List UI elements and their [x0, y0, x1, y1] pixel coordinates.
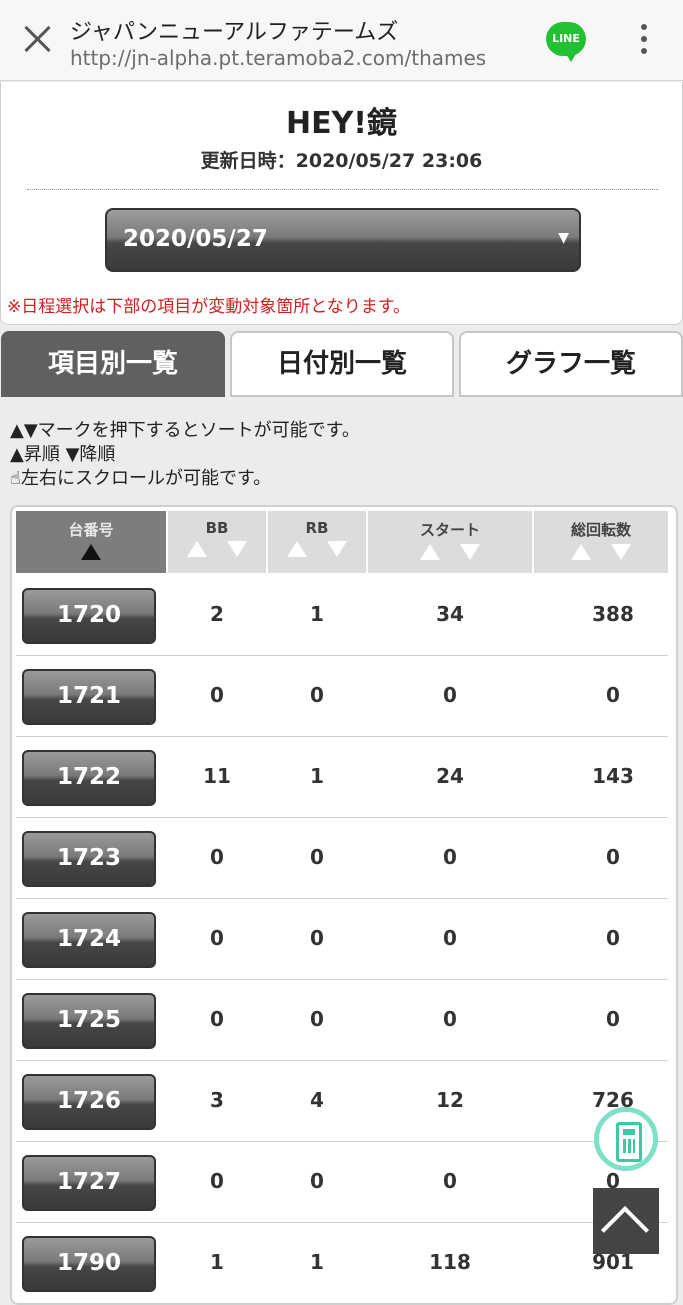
- bb-cell: 2: [210, 602, 224, 626]
- start-cell: 0: [443, 926, 457, 950]
- table-row: 1790 1 1 118 901: [16, 1222, 668, 1303]
- sort-asc-icon[interactable]: [420, 544, 440, 560]
- sort-desc-icon[interactable]: [327, 541, 347, 557]
- start-cell: 0: [443, 1169, 457, 1193]
- machine-number-button[interactable]: 1727: [22, 1155, 156, 1211]
- table-row: 1721 0 0 0 0: [16, 655, 668, 737]
- start-cell: 0: [443, 845, 457, 869]
- bb-cell: 0: [210, 1007, 224, 1031]
- updated-timestamp: 更新日時：2020/05/27 23:06: [200, 150, 483, 172]
- total-spins-cell: 143: [592, 764, 634, 788]
- table-row: 1723 0 0 0 0: [16, 817, 668, 899]
- column-header-start[interactable]: スタート: [368, 511, 532, 573]
- more-vert-icon[interactable]: [630, 24, 658, 58]
- browser-toolbar: ジャパンニューアルファテームズ http://jn-alpha.pt.teram…: [0, 0, 683, 81]
- start-cell: 34: [436, 602, 464, 626]
- table-row: 1725 0 0 0 0: [16, 979, 668, 1061]
- sort-asc-icon[interactable]: [187, 541, 207, 557]
- date-select[interactable]: 2020/05/27 ▼: [105, 208, 581, 272]
- sort-asc-active-icon: [81, 544, 101, 560]
- table-row: 1724 0 0 0 0: [16, 898, 668, 980]
- sort-instruction: ▲▼マークを押下するとソートが可能です。: [10, 420, 360, 441]
- start-cell: 118: [429, 1250, 471, 1274]
- date-note: ※日程選択は下部の項目が変動対象箇所となります。: [7, 297, 411, 317]
- machine-number-button[interactable]: 1721: [22, 669, 156, 725]
- machine-number-button[interactable]: 1720: [22, 588, 156, 644]
- dropdown-arrow-icon: ▼: [558, 230, 569, 246]
- rb-cell: 1: [310, 764, 324, 788]
- rb-cell: 0: [310, 926, 324, 950]
- site-title: ジャパンニューアルファテームズ: [70, 20, 399, 45]
- table-row: 1720 2 1 34 388: [16, 574, 668, 656]
- total-spins-cell: 0: [606, 1007, 620, 1031]
- total-spins-cell: 0: [606, 683, 620, 707]
- rb-cell: 4: [310, 1088, 324, 1112]
- scroll-to-top-button[interactable]: [593, 1188, 659, 1254]
- bb-cell: 0: [210, 1169, 224, 1193]
- machine-number-button[interactable]: 1724: [22, 912, 156, 968]
- tab-by-date[interactable]: 日付別一覧: [230, 331, 454, 397]
- column-header-machine-no[interactable]: 台番号: [16, 511, 166, 573]
- table-row: 1726 3 4 12 726: [16, 1060, 668, 1142]
- rb-cell: 1: [310, 1250, 324, 1274]
- column-header-rb[interactable]: RB: [268, 511, 366, 573]
- machine-number-button[interactable]: 1723: [22, 831, 156, 887]
- bb-cell: 1: [210, 1250, 224, 1274]
- sort-asc-icon[interactable]: [571, 544, 591, 560]
- machine-number-button[interactable]: 1726: [22, 1074, 156, 1130]
- site-url[interactable]: http://jn-alpha.pt.teramoba2.com/thames: [70, 46, 486, 70]
- bb-cell: 11: [203, 764, 231, 788]
- start-cell: 24: [436, 764, 464, 788]
- machine-number-button[interactable]: 1722: [22, 750, 156, 806]
- rb-cell: 0: [310, 1169, 324, 1193]
- sort-desc-icon[interactable]: [460, 544, 480, 560]
- bb-cell: 0: [210, 845, 224, 869]
- total-spins-cell: 0: [606, 845, 620, 869]
- tab-graph[interactable]: グラフ一覧: [459, 331, 683, 397]
- divider: [27, 189, 659, 190]
- rb-cell: 0: [310, 683, 324, 707]
- rb-cell: 0: [310, 1007, 324, 1031]
- start-cell: 0: [443, 683, 457, 707]
- sort-desc-icon[interactable]: [611, 544, 631, 560]
- hand-pointer-icon: ☝: [10, 468, 21, 489]
- column-header-total-spins[interactable]: 総回転数: [534, 511, 668, 573]
- header-card: HEY!鏡 更新日時：2020/05/27 23:06 2020/05/27 ▼…: [0, 82, 683, 325]
- sort-asc-icon[interactable]: [287, 541, 307, 557]
- scroll-instruction-text: 左右にスクロールが可能です。: [20, 468, 272, 489]
- bb-cell: 0: [210, 926, 224, 950]
- column-header-bb[interactable]: BB: [168, 511, 266, 573]
- close-icon[interactable]: [20, 22, 54, 56]
- rb-cell: 0: [310, 845, 324, 869]
- sort-desc-icon[interactable]: [227, 541, 247, 557]
- total-spins-cell: 726: [592, 1088, 634, 1112]
- line-share-icon[interactable]: LINE: [546, 22, 586, 62]
- machine-number-button[interactable]: 1790: [22, 1236, 156, 1292]
- calculator-icon[interactable]: [594, 1107, 658, 1171]
- start-cell: 0: [443, 1007, 457, 1031]
- total-spins-cell: 0: [606, 926, 620, 950]
- table-row: 1727 0 0 0 0: [16, 1141, 668, 1223]
- sort-legend: ▲昇順 ▼降順: [10, 444, 116, 465]
- date-select-value: 2020/05/27: [123, 226, 268, 252]
- tab-by-item[interactable]: 項目別一覧: [1, 331, 225, 397]
- page-title: HEY!鏡: [285, 106, 397, 141]
- data-table[interactable]: 台番号 BB RB スタート 総回転数 1720 2 1 34 388 1721 0 0 0 0 1…: [10, 505, 678, 1305]
- scroll-instruction: ☝左右にスクロールが可能です。: [10, 464, 271, 490]
- machine-number-button[interactable]: 1725: [22, 993, 156, 1049]
- bb-cell: 3: [210, 1088, 224, 1112]
- rb-cell: 1: [310, 602, 324, 626]
- table-row: 1722 11 1 24 143: [16, 736, 668, 818]
- bb-cell: 0: [210, 683, 224, 707]
- total-spins-cell: 388: [592, 602, 634, 626]
- start-cell: 12: [436, 1088, 464, 1112]
